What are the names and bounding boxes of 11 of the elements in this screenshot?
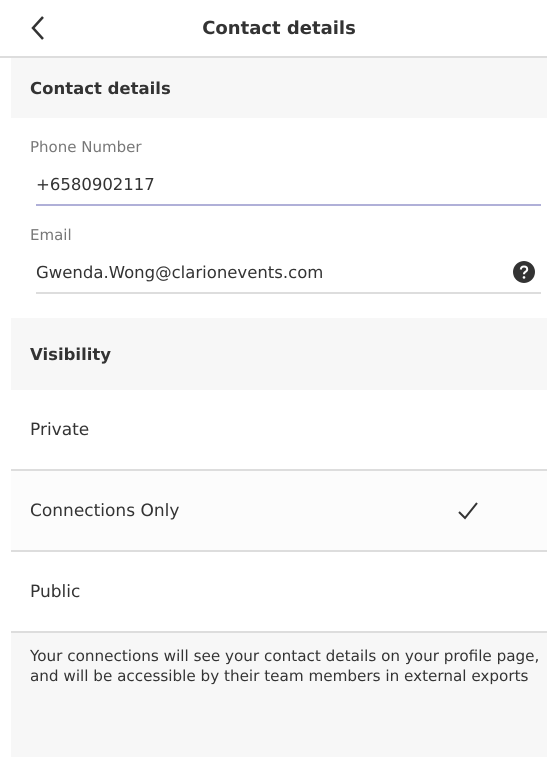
section-title: Contact details (30, 78, 171, 98)
field-label: Email (30, 226, 73, 244)
screen-title: Contact details (201, 18, 357, 38)
checkmark-icon (457, 500, 479, 520)
field-label: Phone Number (30, 138, 142, 156)
note-text: Your connections will see your contact details on your profile page, and will be accessible by their team members in external exports (30, 647, 540, 686)
section-title: Visibility (30, 344, 112, 364)
input-field[interactable]: +6580902117 (36, 164, 541, 206)
help-icon[interactable] (513, 261, 535, 283)
chevron-left-icon (31, 15, 45, 41)
input-field[interactable]: Gwenda.Wong@clarionevents.com (36, 252, 541, 294)
